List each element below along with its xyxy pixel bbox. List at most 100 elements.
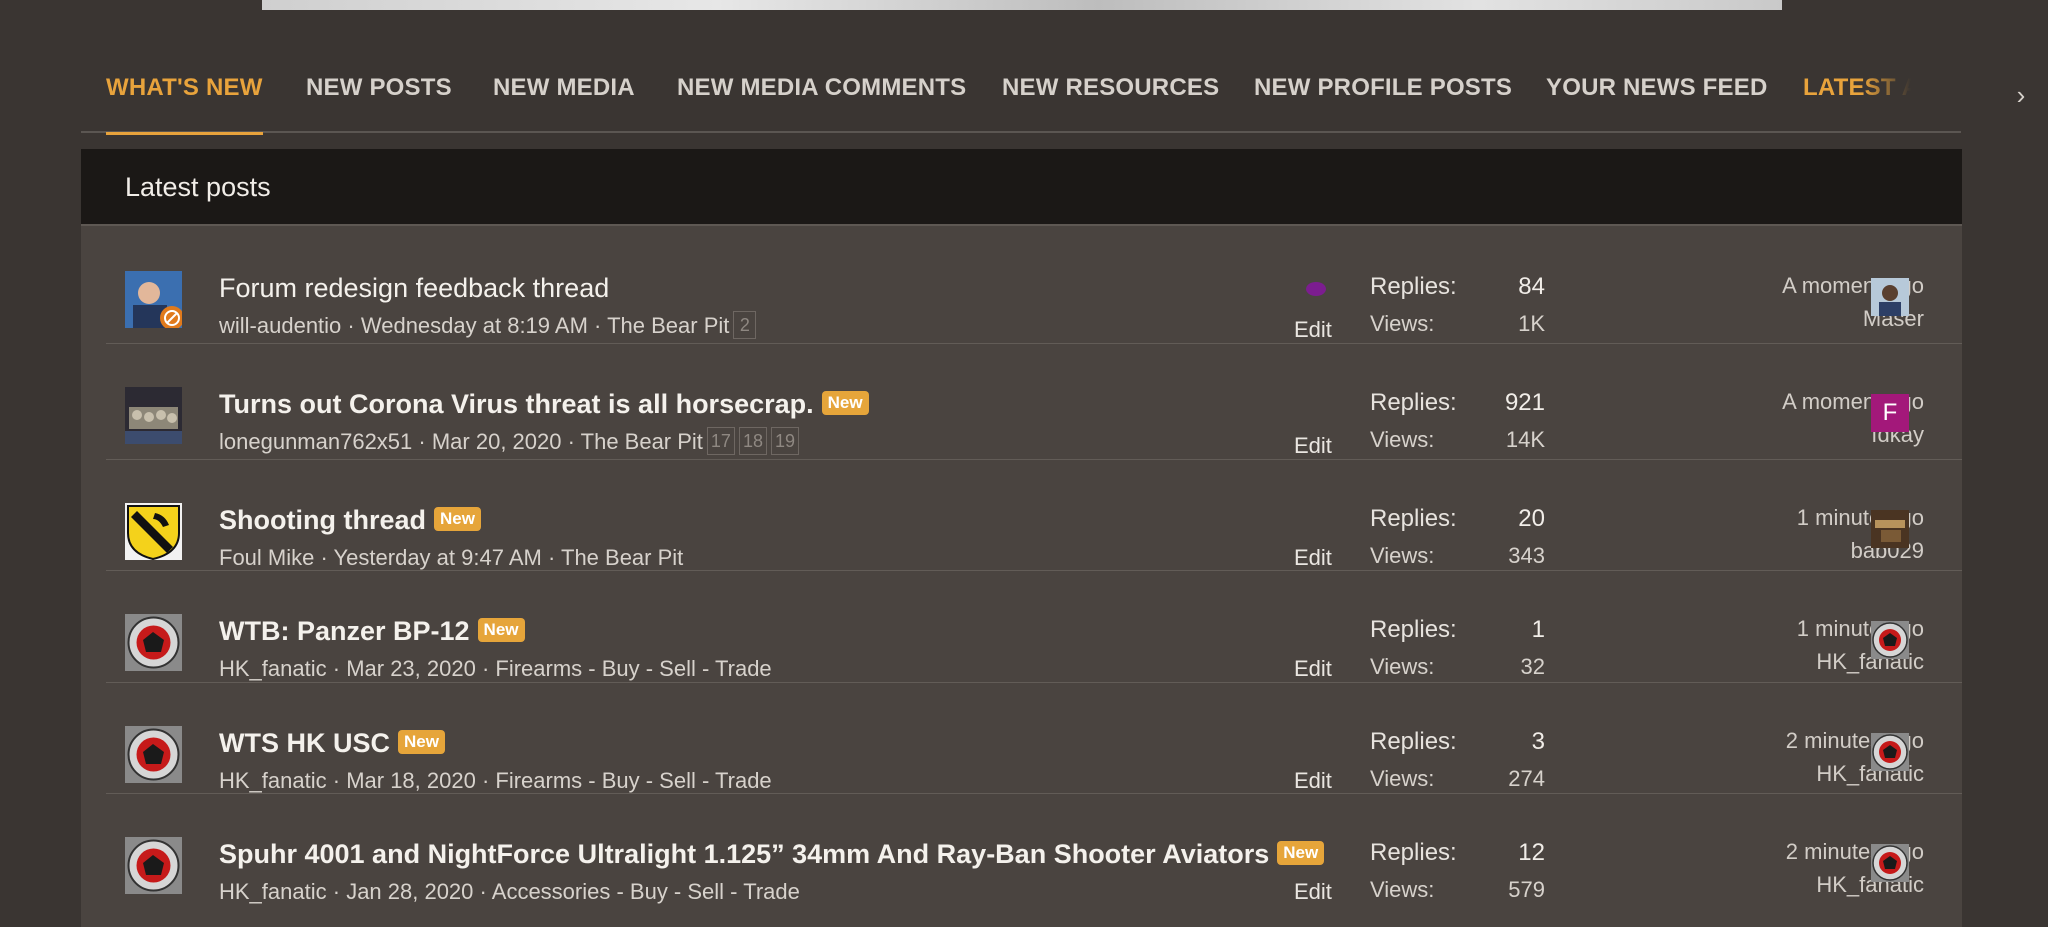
last-poster-avatar[interactable]: F <box>1871 394 1909 432</box>
replies-label: Replies: <box>1370 616 1457 643</box>
views-count: 579 <box>1508 877 1545 902</box>
replies-label: Replies: <box>1370 839 1457 866</box>
thread-author[interactable]: will-audentio <box>219 313 341 338</box>
thread-title[interactable]: Shooting thread New <box>219 505 481 536</box>
replies-label: Replies: <box>1370 728 1457 755</box>
edit-link[interactable]: Edit <box>1294 317 1332 343</box>
tab-whats-new[interactable]: WHAT'S NEW <box>106 58 263 135</box>
avatar[interactable] <box>125 837 182 894</box>
thread-date[interactable]: Mar 20, 2020 <box>432 429 562 454</box>
thread-author[interactable]: HK_fanatic <box>219 768 327 793</box>
edit-link[interactable]: Edit <box>1294 768 1332 794</box>
edit-link[interactable]: Edit <box>1294 545 1332 571</box>
replies-count: 84 <box>1518 273 1545 300</box>
status-dot-icon <box>1306 282 1326 296</box>
avatar[interactable] <box>125 503 182 560</box>
thread-forum[interactable]: The Bear Pit <box>561 545 683 570</box>
thread-forum[interactable]: The Bear Pit <box>607 313 729 338</box>
views-label: Views: <box>1370 311 1435 336</box>
thread-date[interactable]: Mar 18, 2020 <box>346 768 476 793</box>
views-count: 32 <box>1520 654 1545 679</box>
thread-title[interactable]: Forum redesign feedback thread <box>219 273 609 304</box>
top-banner-image <box>262 0 1782 10</box>
avatar[interactable] <box>125 614 182 671</box>
views-count: 343 <box>1508 543 1545 568</box>
thread-date[interactable]: Jan 28, 2020 <box>346 879 473 904</box>
last-poster-avatar[interactable] <box>1871 621 1909 659</box>
views-count: 14K <box>1505 427 1545 452</box>
thread-author[interactable]: HK_fanatic <box>219 879 327 904</box>
tab-new-media[interactable]: NEW MEDIA <box>493 58 635 133</box>
tab-new-resources[interactable]: NEW RESOURCES <box>1002 58 1219 133</box>
replies-count: 12 <box>1518 839 1545 866</box>
thread-date[interactable]: Yesterday at 9:47 AM <box>334 545 542 570</box>
thread-row: WTB: Panzer BP-12 New HK_fanatic · Mar 23… <box>106 571 1962 683</box>
new-badge: New <box>398 729 445 754</box>
thread-title[interactable]: WTS HK USC New <box>219 728 445 759</box>
page-jump[interactable]: 17 <box>706 427 735 456</box>
views-label: Views: <box>1370 654 1435 679</box>
views-label: Views: <box>1370 766 1435 791</box>
thread-meta: HK_fanatic · Mar 18, 2020 · Firearms - B… <box>219 768 772 793</box>
thread-meta: HK_fanatic · Mar 23, 2020 · Firearms - B… <box>219 656 772 681</box>
thread-title[interactable]: WTB: Panzer BP-12 New <box>219 616 525 647</box>
tab-new-media-comments[interactable]: NEW MEDIA COMMENTS <box>677 58 966 133</box>
new-badge: New <box>477 617 525 642</box>
whats-new-tabs: WHAT'S NEW NEW POSTS NEW MEDIA NEW MEDIA… <box>81 58 2025 135</box>
new-badge: New <box>433 506 481 531</box>
avatar[interactable] <box>125 271 182 328</box>
replies-count: 921 <box>1504 389 1545 416</box>
new-badge: New <box>821 390 869 415</box>
thread-title[interactable]: Spuhr 4001 and NightForce Ultralight 1.1… <box>219 839 1325 870</box>
replies-count: 1 <box>1531 616 1545 643</box>
thread-meta: HK_fanatic · Jan 28, 2020 · Accessories … <box>219 879 800 904</box>
thread-forum[interactable]: The Bear Pit <box>581 429 703 454</box>
replies-label: Replies: <box>1370 389 1457 416</box>
thread-meta: lonegunman762x51 · Mar 20, 2020 · The Be… <box>219 427 800 456</box>
block-title: Latest posts <box>81 149 1962 226</box>
last-poster-avatar[interactable] <box>1871 510 1909 548</box>
edit-link[interactable]: Edit <box>1294 656 1332 682</box>
thread-author[interactable]: Foul Mike <box>219 545 314 570</box>
views-count: 1K <box>1518 311 1545 336</box>
latest-posts-block: Latest posts Forum redesign feedback thr… <box>81 149 1962 927</box>
thread-forum[interactable]: Accessories - Buy - Sell - Trade <box>492 879 800 904</box>
thread-title[interactable]: Turns out Corona Virus threat is all hor… <box>219 389 869 420</box>
thread-forum[interactable]: Firearms - Buy - Sell - Trade <box>495 656 771 681</box>
views-label: Views: <box>1370 427 1435 452</box>
avatar[interactable] <box>125 726 182 783</box>
tab-latest-activity[interactable]: LATEST ACTIVITY <box>1803 58 1911 133</box>
new-badge: New <box>1277 840 1325 865</box>
edit-link[interactable]: Edit <box>1294 879 1332 905</box>
tabs-scroll-right-icon[interactable]: › <box>2001 76 2041 116</box>
last-poster-avatar[interactable] <box>1871 733 1909 771</box>
views-count: 274 <box>1508 766 1545 791</box>
thread-row: Spuhr 4001 and NightForce Ultralight 1.1… <box>106 794 1962 905</box>
tab-new-posts[interactable]: NEW POSTS <box>306 58 452 133</box>
last-poster-avatar[interactable] <box>1871 844 1909 882</box>
thread-date[interactable]: Wednesday at 8:19 AM <box>361 313 588 338</box>
thread-row: Shooting thread New Foul Mike · Yesterday… <box>106 460 1962 571</box>
thread-author[interactable]: lonegunman762x51 <box>219 429 412 454</box>
page-jump[interactable]: 18 <box>738 427 767 456</box>
thread-meta: will-audentio · Wednesday at 8:19 AM · T… <box>219 311 757 340</box>
replies-count: 20 <box>1518 505 1545 532</box>
thread-row: WTS HK USC New HK_fanatic · Mar 18, 2020 … <box>106 683 1962 794</box>
avatar[interactable] <box>125 387 182 444</box>
edit-link[interactable]: Edit <box>1294 433 1332 459</box>
views-label: Views: <box>1370 543 1435 568</box>
thread-row: Forum redesign feedback thread will-aude… <box>106 228 1962 344</box>
replies-label: Replies: <box>1370 273 1457 300</box>
tab-your-news-feed[interactable]: YOUR NEWS FEED <box>1546 58 1767 133</box>
last-poster-avatar[interactable] <box>1871 278 1909 316</box>
thread-author[interactable]: HK_fanatic <box>219 656 327 681</box>
thread-row: Turns out Corona Virus threat is all hor… <box>106 344 1962 460</box>
page-jump[interactable]: 2 <box>733 311 757 340</box>
views-label: Views: <box>1370 877 1435 902</box>
thread-forum[interactable]: Firearms - Buy - Sell - Trade <box>495 768 771 793</box>
tab-new-profile-posts[interactable]: NEW PROFILE POSTS <box>1254 58 1512 133</box>
thread-date[interactable]: Mar 23, 2020 <box>346 656 476 681</box>
page-jump[interactable]: 19 <box>770 427 800 456</box>
replies-label: Replies: <box>1370 505 1457 532</box>
replies-count: 3 <box>1531 728 1545 755</box>
